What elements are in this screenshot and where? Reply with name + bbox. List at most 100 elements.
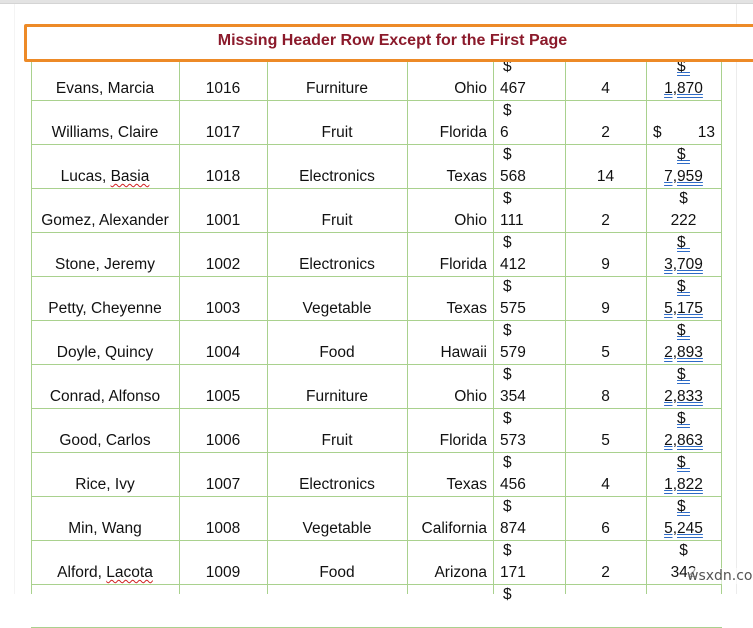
cell-qty[interactable]: 2 [565,564,646,582]
cell-name[interactable]: Stone, Jeremy [31,256,179,274]
cell-product[interactable]: Fruit [267,432,407,450]
cell-name[interactable]: Alford, Lacota [31,564,179,582]
cell-id[interactable]: 1016 [179,80,267,98]
cell-name[interactable]: Good, Carlos [31,432,179,450]
cell-qty[interactable]: 9 [565,256,646,274]
cell-product[interactable]: Fruit [267,212,407,230]
cell-qty[interactable]: 5 [565,432,646,450]
name-text: Stone, Jeremy [55,256,155,273]
cell-state[interactable]: Florida [407,256,487,274]
price-currency-partial: $ [503,586,512,603]
cell-id[interactable]: 1004 [179,344,267,362]
cell-state[interactable]: Hawaii [407,344,487,362]
cell-product[interactable]: Vegetable [267,300,407,318]
cell-id[interactable]: 1002 [179,256,267,274]
cell-name[interactable]: Evans, Marcia [31,80,179,98]
cell-id[interactable]: 1005 [179,388,267,406]
cell-state[interactable]: Florida [407,432,487,450]
cell-product[interactable]: Furniture [267,388,407,406]
cell-price[interactable]: 467 [500,80,564,98]
page-left-margin [14,4,15,594]
cell-price[interactable]: 456 [500,476,564,494]
row-border [31,584,722,585]
cell-id[interactable]: 1007 [179,476,267,494]
total-value: 5,175 [664,300,703,317]
cell-qty[interactable]: 14 [565,168,646,186]
cell-price[interactable]: 573 [500,432,564,450]
cell-qty[interactable]: 5 [565,344,646,362]
cell-qty[interactable]: 9 [565,300,646,318]
cell-id[interactable]: 1003 [179,300,267,318]
name-text: Good, Carlos [59,432,151,449]
cell-product[interactable]: Food [267,564,407,582]
cell-product[interactable]: Furniture [267,80,407,98]
cell-total[interactable]: 7,959 [646,168,721,186]
cell-qty[interactable]: 4 [565,476,646,494]
cell-qty[interactable]: 2 [565,124,646,142]
cell-total[interactable]: 222 [646,212,721,230]
cell-id[interactable]: 1017 [179,124,267,142]
cell-state[interactable]: Florida [407,124,487,142]
title-text: Missing Header Row Except for the First … [217,32,568,49]
cell-price[interactable]: 579 [500,344,564,362]
cell-price[interactable]: 575 [500,300,564,318]
cell-product[interactable]: Vegetable [267,520,407,538]
cell-state[interactable]: Ohio [407,388,487,406]
cell-total[interactable]: 1,870 [646,80,721,98]
name-text: Min, Wang [68,520,142,537]
price-currency: $ [503,454,512,471]
cell-state[interactable]: Texas [407,300,488,318]
cell-name[interactable]: Min, Wang [31,520,179,538]
cell-price[interactable]: 6 [500,124,564,142]
cell-qty[interactable]: 2 [565,212,646,230]
cell-id[interactable]: 1006 [179,432,267,450]
cell-state[interactable]: Texas [407,168,488,186]
cell-id[interactable]: 1009 [179,564,267,582]
price-currency: $ [503,146,512,163]
cell-total[interactable]: 2,833 [646,388,721,406]
cell-qty[interactable]: 8 [565,388,646,406]
total-currency-symbol: $ [677,454,690,471]
total-value: 5,245 [664,520,703,537]
cell-price[interactable]: 568 [500,168,564,186]
cell-price[interactable]: 111 [500,212,564,230]
cell-name[interactable]: Williams, Claire [31,124,179,142]
total-value: 2,833 [664,388,703,405]
cell-product[interactable]: Fruit [267,124,407,142]
cell-price[interactable]: 171 [500,564,564,582]
cell-product[interactable]: Electronics [267,476,407,494]
cell-name[interactable]: Rice, Ivy [31,476,179,494]
cell-price[interactable]: 874 [500,520,564,538]
cell-total[interactable]: 1,822 [646,476,721,494]
cell-qty[interactable]: 4 [565,80,646,98]
total-currency-symbol: $ [677,366,690,383]
cell-state[interactable]: Ohio [407,212,487,230]
cell-total[interactable]: 3,709 [646,256,721,274]
cell-id[interactable]: 1001 [179,212,267,230]
cell-name[interactable]: Lucas, Basia [31,168,179,186]
total-currency-symbol: $ [679,542,688,559]
cell-total[interactable]: 5,245 [646,520,721,538]
cell-id[interactable]: 1008 [179,520,267,538]
cell-state[interactable]: California [407,520,487,538]
cell-product[interactable]: Electronics [267,168,407,186]
last-name: Lucas, [60,168,111,185]
cell-qty[interactable]: 6 [565,520,646,538]
cell-price[interactable]: 412 [500,256,564,274]
cell-id[interactable]: 1018 [179,168,267,186]
cell-state[interactable]: Ohio [407,80,487,98]
cell-total[interactable]: 2,893 [646,344,721,362]
cell-name[interactable]: Gomez, Alexander [31,212,179,230]
cell-product[interactable]: Food [267,344,407,362]
cell-total[interactable]: 2,863 [646,432,721,450]
cell-total[interactable]: 13 [646,124,715,142]
cell-total[interactable]: 5,175 [646,300,721,318]
cell-name[interactable]: Petty, Cheyenne [31,300,179,318]
cell-product[interactable]: Electronics [267,256,407,274]
cell-name[interactable]: Doyle, Quincy [31,344,179,362]
cell-price[interactable]: 354 [500,388,564,406]
cell-state[interactable]: Texas [407,476,488,494]
cell-name[interactable]: Conrad, Alfonso [31,388,179,406]
row-border [31,320,722,321]
cell-state[interactable]: Arizona [407,564,487,582]
